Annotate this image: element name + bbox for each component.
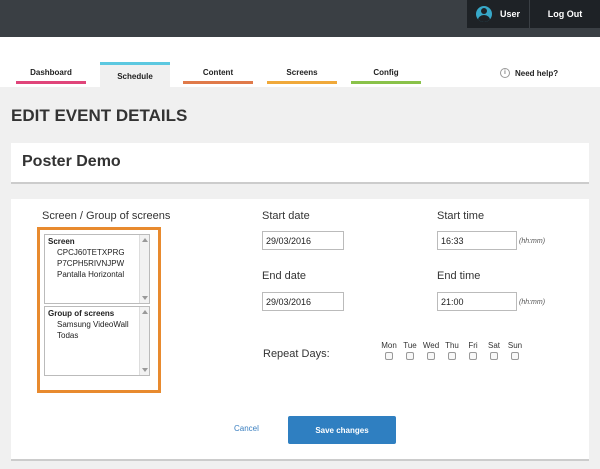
screen-list-header: Screen (48, 237, 75, 246)
help-label: Need help? (515, 68, 559, 78)
list-item[interactable]: Samsung VideoWall (45, 319, 149, 330)
day-label-thu: Thu (445, 341, 459, 350)
info-icon: i (500, 68, 510, 78)
end-date-label: End date (262, 270, 307, 282)
scroll-up-icon[interactable] (142, 310, 148, 314)
start-time-hint: (hh:mm) (519, 238, 546, 245)
scroll-down-icon[interactable] (142, 368, 148, 372)
day-checkbox-tue[interactable] (406, 352, 414, 360)
group-listbox[interactable]: Group of screens Samsung VideoWall Todas (44, 306, 150, 376)
user-menu-button[interactable]: User (467, 0, 529, 28)
day-label-sat: Sat (487, 341, 500, 350)
scroll-up-icon[interactable] (142, 238, 148, 242)
day-checkbox-fri[interactable] (469, 352, 477, 360)
end-time-hint: (hh:mm) (519, 299, 546, 306)
user-avatar-icon (475, 6, 492, 22)
logout-button[interactable]: Log Out (530, 0, 600, 28)
tab-schedule[interactable]: Schedule (100, 62, 170, 87)
top-bar: User Log Out (0, 0, 600, 37)
screen-listbox[interactable]: Screen CPCJ60TETXPRG P7CPH5RIVNJPW Panta… (44, 234, 150, 304)
tab-screens[interactable]: Screens (267, 64, 337, 84)
day-label-sun: Sun (507, 341, 523, 350)
day-checkbox-sat[interactable] (490, 352, 498, 360)
page-title: EDIT EVENT DETAILS (11, 106, 188, 125)
list-item[interactable]: P7CPH5RIVNJPW (45, 258, 149, 269)
start-date-input[interactable] (262, 231, 344, 250)
start-date-label: Start date (262, 210, 310, 222)
save-changes-button[interactable]: Save changes (288, 416, 396, 444)
tab-dashboard[interactable]: Dashboard (16, 64, 86, 84)
day-label-tue: Tue (403, 341, 417, 350)
end-time-input[interactable] (437, 292, 517, 311)
end-time-label: End time (437, 270, 481, 282)
list-item[interactable]: CPCJ60TETXPRG (45, 247, 149, 258)
tab-config[interactable]: Config (351, 64, 421, 84)
day-label-mon: Mon (381, 341, 397, 350)
user-label: User (499, 9, 520, 19)
tab-content[interactable]: Content (183, 64, 253, 84)
list-item[interactable]: Pantalla Horizontal (45, 269, 149, 280)
nav-bar: Dashboard Schedule Content Screens Confi… (0, 37, 600, 87)
day-checkbox-wed[interactable] (427, 352, 435, 360)
day-checkbox-thu[interactable] (448, 352, 456, 360)
start-time-label: Start time (437, 210, 485, 222)
end-date-input[interactable] (262, 292, 344, 311)
scroll-down-icon[interactable] (142, 296, 148, 300)
screens-selector: Screen CPCJ60TETXPRG P7CPH5RIVNJPW Panta… (37, 227, 161, 393)
list-item[interactable]: Todas (45, 330, 149, 341)
start-time-input[interactable] (437, 231, 517, 250)
day-label-fri: Fri (468, 341, 478, 350)
event-form: Screen / Group of screens Screen CPCJ60T… (11, 199, 589, 461)
screens-label: Screen / Group of screens (42, 210, 171, 222)
event-name: Poster Demo (22, 153, 121, 170)
day-checkbox-mon[interactable] (385, 352, 393, 360)
day-checkbox-sun[interactable] (511, 352, 519, 360)
cancel-button[interactable]: Cancel (234, 424, 259, 433)
event-name-card: Poster Demo (11, 143, 589, 184)
screen-list-scrollbar[interactable] (139, 235, 149, 303)
group-list-scrollbar[interactable] (139, 307, 149, 375)
help-link[interactable]: i Need help? (500, 68, 558, 78)
day-label-wed: Wed (422, 341, 440, 350)
group-list-header: Group of screens (48, 309, 115, 318)
repeat-days-label: Repeat Days: (263, 348, 330, 360)
